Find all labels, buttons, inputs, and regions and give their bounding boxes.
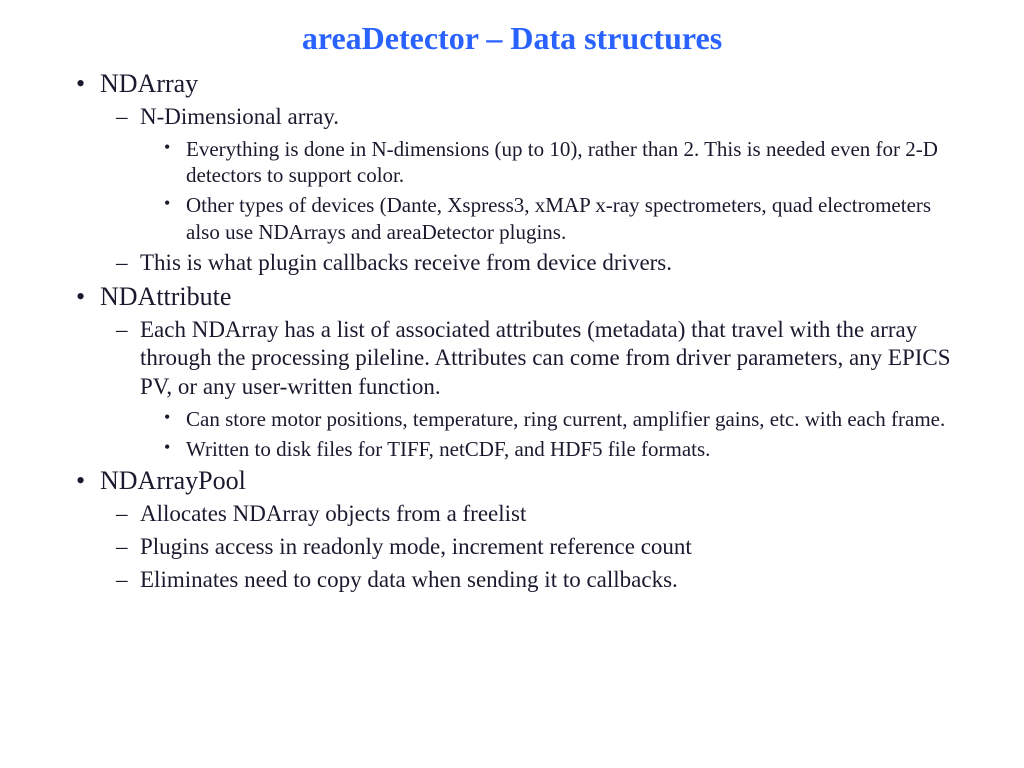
subitem: Eliminates need to copy data when sendin…: [140, 566, 964, 595]
subitem: This is what plugin callbacks receive fr…: [140, 249, 964, 278]
section-heading: NDArray: [100, 69, 198, 98]
content-list: NDArray N-Dimensional array. Everything …: [60, 69, 964, 595]
detail-item: Other types of devices (Dante, Xspress3,…: [186, 192, 964, 245]
section-ndarray: NDArray N-Dimensional array. Everything …: [100, 69, 964, 278]
subitem: Allocates NDArray objects from a freelis…: [140, 500, 964, 529]
section-heading: NDArrayPool: [100, 466, 246, 495]
detail-item: Can store motor positions, temperature, …: [186, 406, 964, 432]
subitem: Plugins access in readonly mode, increme…: [140, 533, 964, 562]
subitem-text: Eliminates need to copy data when sendin…: [140, 567, 678, 592]
subitem-text: Allocates NDArray objects from a freelis…: [140, 501, 526, 526]
section-ndarraypool: NDArrayPool Allocates NDArray objects fr…: [100, 466, 964, 594]
section-heading: NDAttribute: [100, 282, 231, 311]
detail-item: Written to disk files for TIFF, netCDF, …: [186, 436, 964, 462]
slide-title: areaDetector – Data structures: [60, 20, 964, 57]
subitem-text: Each NDArray has a list of associated at…: [140, 317, 951, 400]
subitem: N-Dimensional array. Everything is done …: [140, 103, 964, 245]
subitem-text: This is what plugin callbacks receive fr…: [140, 250, 672, 275]
subitem: Each NDArray has a list of associated at…: [140, 316, 964, 463]
subitem-text: N-Dimensional array.: [140, 104, 339, 129]
detail-item: Everything is done in N-dimensions (up t…: [186, 136, 964, 189]
subitem-text: Plugins access in readonly mode, increme…: [140, 534, 692, 559]
section-ndattribute: NDAttribute Each NDArray has a list of a…: [100, 282, 964, 463]
